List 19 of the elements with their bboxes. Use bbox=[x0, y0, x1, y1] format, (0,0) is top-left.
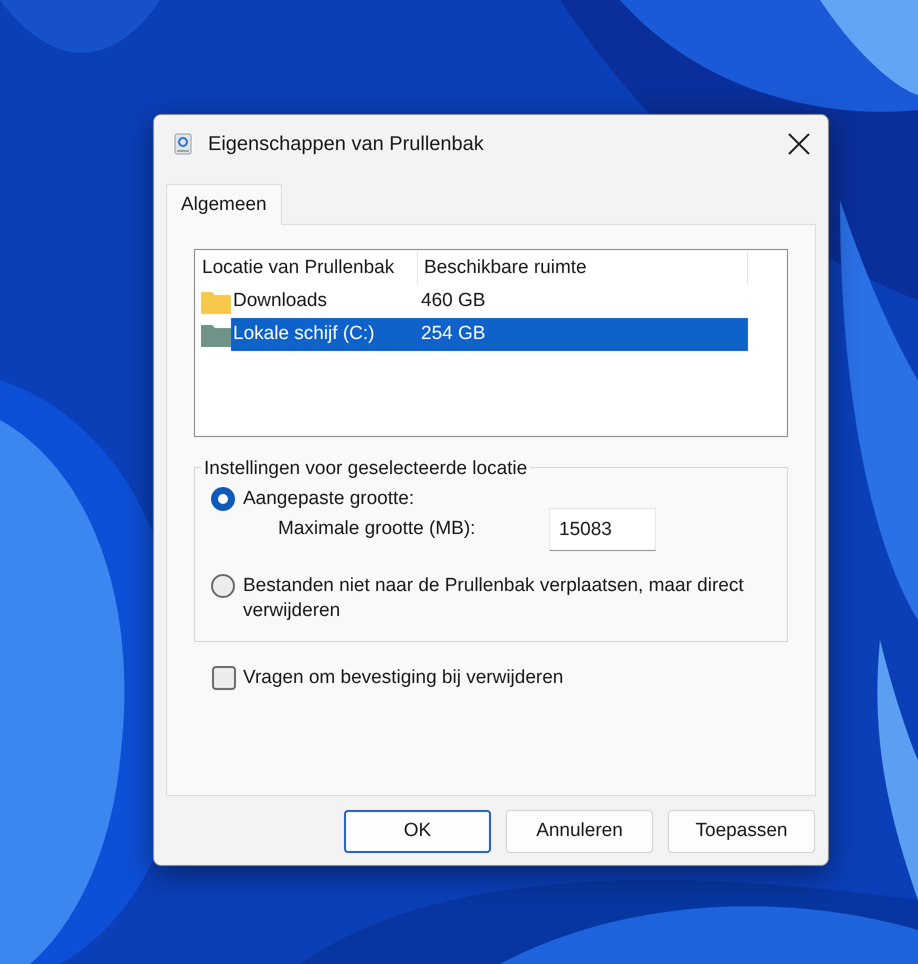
list-row[interactable]: Downloads 460 GB bbox=[231, 285, 748, 318]
field-label: Maximale grootte (MB): bbox=[278, 517, 476, 542]
radio-button[interactable] bbox=[211, 574, 235, 598]
recycle-bin-icon bbox=[174, 133, 192, 155]
column-header[interactable]: Locatie van Prullenbak bbox=[195, 251, 418, 285]
tab[interactable]: Algemeen bbox=[166, 184, 282, 225]
radio-label: Bestanden niet naar de Prullenbak verplaatsen, maar direct verwijderen bbox=[243, 574, 745, 623]
column-header[interactable]: Beschikbare ruimte bbox=[418, 251, 748, 285]
dialog-button[interactable]: OK bbox=[344, 810, 491, 853]
list-row[interactable]: Lokale schijf (C:) 254 GB bbox=[231, 318, 748, 351]
checkbox[interactable] bbox=[212, 666, 236, 690]
size-field[interactable]: 15083 bbox=[549, 508, 656, 551]
dialog-button[interactable]: Toepassen bbox=[668, 810, 815, 853]
checkbox-label: Vragen om bevestiging bij verwijderen bbox=[243, 666, 564, 690]
dialog-button[interactable]: Annuleren bbox=[506, 810, 653, 853]
close-icon bbox=[788, 133, 810, 155]
radio-button[interactable] bbox=[211, 487, 235, 511]
window-title: Eigenschappen van Prullenbak bbox=[208, 132, 484, 157]
radio-label: Aangepaste grootte: bbox=[243, 487, 416, 511]
